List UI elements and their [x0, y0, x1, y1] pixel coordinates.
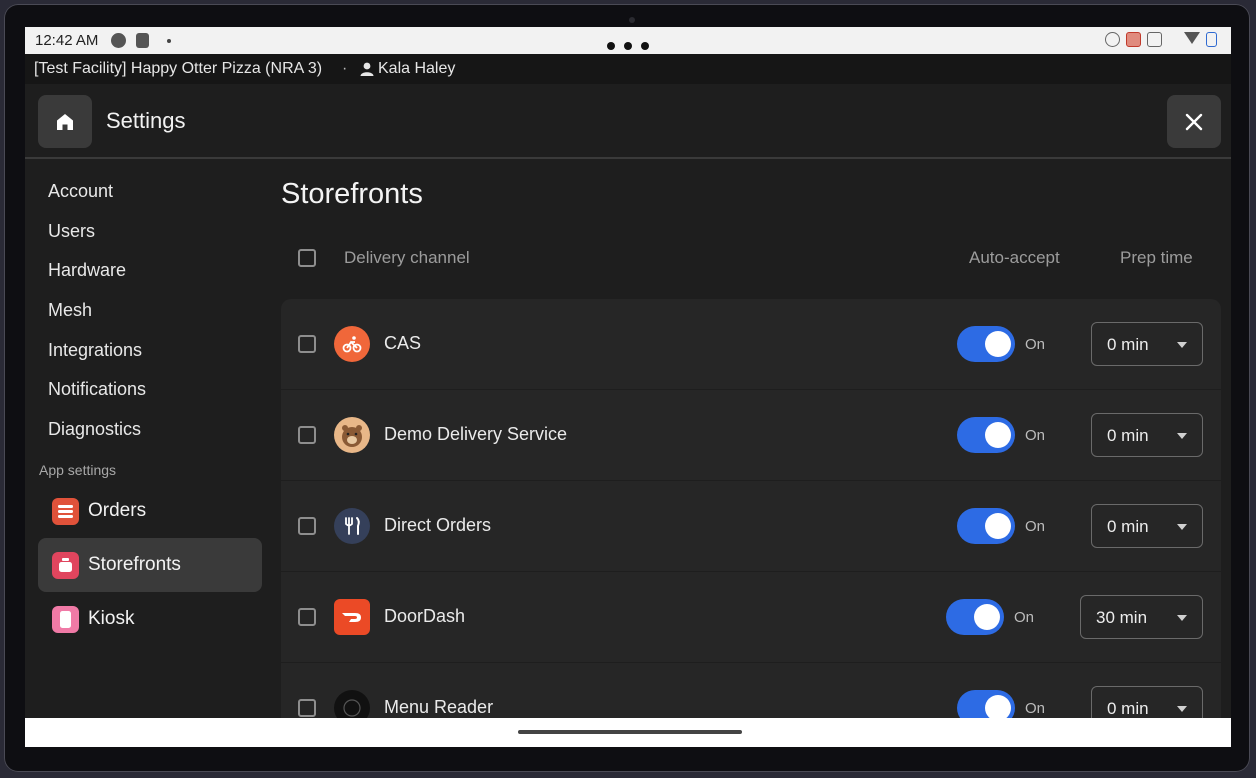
screen: 12:42 AM [Test Facility] Happy Otter Piz…: [25, 27, 1231, 747]
channel-name: Direct Orders: [384, 515, 492, 535]
facility-bar: [Test Facility] Happy Otter Pizza (NRA 3…: [25, 54, 1231, 84]
channel-name: Demo Delivery Service: [384, 424, 568, 444]
toggle-knob: [974, 604, 1000, 630]
table-row: CAS On 0 min: [281, 299, 1221, 390]
camera: [629, 17, 635, 23]
prep-time-select[interactable]: 0 min: [1091, 504, 1203, 548]
exit-icon: [136, 33, 149, 48]
channel-name: DoorDash: [384, 606, 466, 626]
row-checkbox[interactable]: [298, 426, 316, 444]
caret-down-icon: [1177, 342, 1187, 348]
toggle-state: On: [1025, 336, 1046, 353]
sidebar-item-integrations[interactable]: Integrations: [48, 340, 142, 361]
prep-time-select[interactable]: 0 min: [1091, 413, 1203, 457]
toggle-state: On: [1025, 427, 1046, 444]
caret-down-icon: [1177, 524, 1187, 530]
prep-time-select[interactable]: 0 min: [1091, 322, 1203, 366]
user-name: Kala Haley: [378, 60, 456, 77]
prep-time-value: 0 min: [1107, 517, 1149, 536]
orders-icon: [52, 498, 79, 525]
kiosk-icon: [52, 606, 79, 633]
select-all-checkbox[interactable]: [298, 249, 316, 267]
caret-down-icon: [1177, 615, 1187, 621]
channel-name: CAS: [384, 333, 422, 353]
prep-time-value: 30 min: [1096, 608, 1148, 627]
toggle-state: On: [1025, 700, 1046, 717]
storefronts-icon: [52, 552, 79, 579]
status-icons: [1105, 32, 1217, 47]
settings-header: Settings: [25, 84, 1231, 159]
alarm-icon: [1105, 32, 1120, 47]
channel-name: Menu Reader: [384, 697, 494, 717]
row-checkbox[interactable]: [298, 608, 316, 626]
home-button[interactable]: [38, 95, 92, 148]
prep-time-value: 0 min: [1107, 335, 1149, 354]
sidebar-item-mesh[interactable]: Mesh: [48, 300, 92, 321]
sidebar-item-hardware[interactable]: Hardware: [48, 260, 126, 281]
auto-accept-toggle[interactable]: [957, 326, 1015, 362]
battery-icon: [1206, 32, 1217, 47]
sidebar-item-users[interactable]: Users: [48, 221, 95, 242]
prep-time-select[interactable]: 30 min: [1080, 595, 1203, 639]
auto-accept-toggle[interactable]: [946, 599, 1004, 635]
sidebar-item-diagnostics[interactable]: Diagnostics: [48, 419, 141, 440]
auto-accept-toggle[interactable]: [957, 417, 1015, 453]
toggle-state: On: [1014, 609, 1035, 626]
close-icon: [1185, 113, 1203, 130]
status-bar: 12:42 AM: [25, 27, 1231, 54]
sidebar-app-label: Kiosk: [88, 608, 135, 629]
facility-name: [Test Facility] Happy Otter Pizza (NRA 3…: [34, 60, 323, 77]
sidebar-item-account[interactable]: Account: [48, 181, 113, 202]
wifi-icon: [1184, 32, 1200, 44]
home-gesture-handle[interactable]: [518, 730, 742, 734]
caret-down-icon: [1177, 706, 1187, 712]
toggle-knob: [985, 331, 1011, 357]
more-dots-icon[interactable]: [607, 37, 658, 54]
column-prep-time[interactable]: Prep time: [1120, 248, 1193, 268]
column-delivery-channel: Delivery channel: [344, 248, 470, 267]
table-row: Demo Delivery Service On 0 min: [281, 390, 1221, 481]
otter-icon: [334, 417, 370, 453]
home-icon: [57, 113, 73, 130]
user-icon: [360, 62, 374, 76]
vibrate-icon: [1147, 32, 1162, 47]
sidebar-app-label: Orders: [88, 500, 147, 521]
prep-time-value: 0 min: [1107, 426, 1149, 445]
bike-icon: [334, 326, 370, 362]
table-row: Direct Orders On 0 min: [281, 481, 1221, 572]
prep-time-value: 0 min: [1107, 699, 1149, 718]
sidebar-app-orders[interactable]: Orders: [38, 484, 262, 538]
toggle-knob: [985, 422, 1011, 448]
utensils-icon: [334, 508, 370, 544]
auto-accept-toggle[interactable]: [957, 508, 1015, 544]
close-button[interactable]: [1167, 95, 1221, 148]
cast-icon: [1126, 32, 1141, 47]
sidebar-item-notifications[interactable]: Notifications: [48, 379, 146, 400]
app-settings-label: App settings: [39, 462, 117, 478]
caret-down-icon: [1177, 433, 1187, 439]
status-time: 12:42 AM: [35, 32, 99, 49]
system-nav-bar: [25, 718, 1231, 747]
storefront-list: CAS On 0 min Demo Delivery Service On 0 …: [281, 299, 1221, 747]
sidebar-app-kiosk[interactable]: Kiosk: [38, 592, 262, 646]
page-title: Settings: [106, 108, 186, 133]
column-auto-accept[interactable]: Auto-accept: [969, 248, 1060, 268]
table-row: DoorDash On 30 min: [281, 572, 1221, 663]
sidebar-app-label: Storefronts: [88, 554, 181, 575]
check-circle-icon: [111, 33, 126, 48]
doordash-icon: [334, 599, 370, 635]
row-checkbox[interactable]: [298, 699, 316, 717]
toggle-knob: [985, 513, 1011, 539]
notification-dot: [167, 39, 171, 43]
row-checkbox[interactable]: [298, 517, 316, 535]
sidebar-app-storefronts[interactable]: Storefronts: [38, 538, 262, 592]
toggle-state: On: [1025, 518, 1046, 535]
facility-separator: ·: [342, 60, 348, 77]
sidebar: Account Users Hardware Mesh Integrations…: [25, 159, 275, 719]
section-title: Storefronts: [281, 178, 423, 210]
row-checkbox[interactable]: [298, 335, 316, 353]
signal-icon: [1168, 32, 1178, 47]
